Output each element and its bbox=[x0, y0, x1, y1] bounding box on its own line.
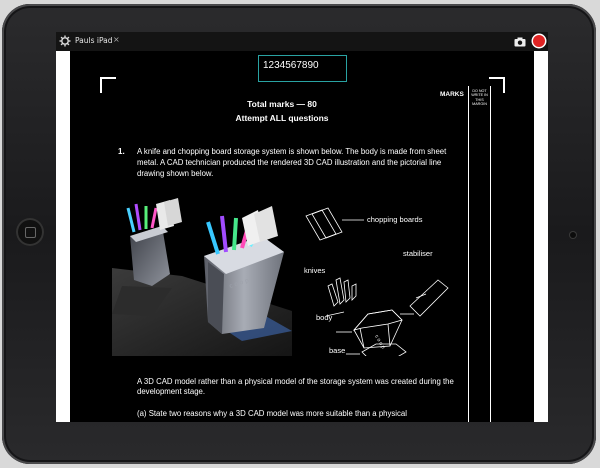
question-paragraph: A 3D CAD model rather than a physical mo… bbox=[137, 377, 454, 396]
exam-page: 1234567890 MARKS DO NOT WRITE IN THIS MA… bbox=[70, 51, 534, 422]
device-name: Pauls iPad bbox=[75, 36, 113, 45]
page-margin-left bbox=[56, 51, 70, 422]
record-icon[interactable] bbox=[533, 35, 545, 47]
total-marks: Total marks — 80 bbox=[247, 99, 317, 109]
label-stabiliser: stabiliser bbox=[403, 249, 433, 258]
marks-header: MARKS bbox=[440, 91, 464, 98]
label-knives: knives bbox=[304, 266, 326, 275]
ipad-frame: Pauls iPad × 1234567890 MARKS DO NOT WRI… bbox=[2, 4, 596, 464]
question-number: 1. bbox=[118, 147, 125, 156]
candidate-number-field[interactable]: 1234567890 bbox=[258, 55, 347, 82]
close-tab-icon[interactable]: × bbox=[113, 35, 120, 44]
title-bar: Pauls iPad × bbox=[56, 32, 548, 51]
front-camera bbox=[570, 232, 576, 238]
camera-icon[interactable] bbox=[514, 37, 526, 47]
cad-render-image: c o o p bbox=[112, 198, 292, 356]
gear-icon[interactable] bbox=[59, 35, 71, 47]
label-base: base bbox=[329, 346, 346, 355]
crop-mark-top-left bbox=[100, 77, 116, 93]
label-chopping-boards: chopping boards bbox=[367, 215, 423, 224]
screen: Pauls iPad × 1234567890 MARKS DO NOT WRI… bbox=[56, 32, 548, 422]
crop-mark-top-right bbox=[489, 77, 505, 93]
label-body: body bbox=[316, 313, 333, 322]
question-intro: A knife and chopping board storage syste… bbox=[137, 147, 447, 178]
question-part-a: (a) State two reasons why a 3D CAD model… bbox=[137, 409, 407, 418]
instruction: Attempt ALL questions bbox=[235, 113, 329, 123]
page-margin-right bbox=[534, 51, 548, 422]
svg-text:c o o p: c o o p bbox=[373, 334, 386, 350]
home-button[interactable] bbox=[16, 218, 44, 246]
